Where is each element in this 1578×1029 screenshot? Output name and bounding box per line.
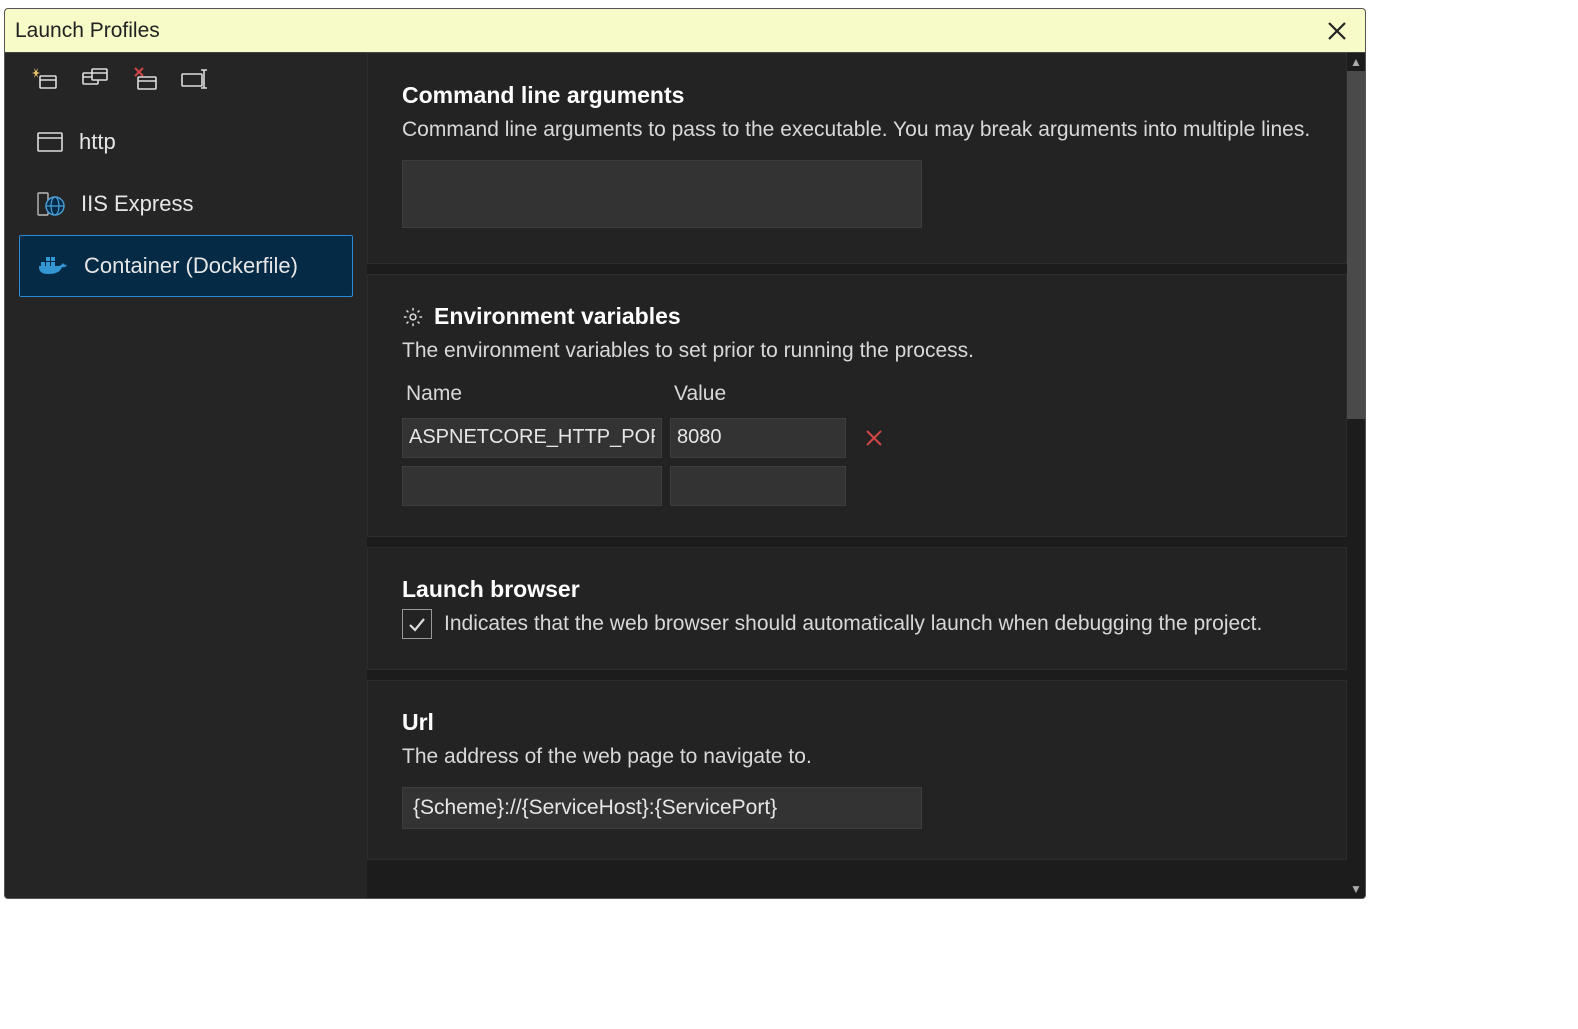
- close-button[interactable]: [1319, 13, 1355, 49]
- command-line-arguments-input[interactable]: [402, 160, 922, 228]
- section-description: Indicates that the web browser should au…: [444, 609, 1262, 638]
- env-column-value: Value: [670, 382, 846, 410]
- launch-browser-checkbox[interactable]: [402, 609, 432, 639]
- env-value-input[interactable]: [670, 466, 846, 506]
- dialog-body: http IIS Express: [5, 53, 1365, 898]
- env-variables-grid: Name Value: [402, 382, 1312, 506]
- section-environment-variables: Environment variables The environment va…: [367, 274, 1347, 536]
- sidebar: http IIS Express: [5, 53, 367, 898]
- sidebar-item-iis-express[interactable]: IIS Express: [19, 173, 353, 235]
- delete-profile-button[interactable]: [131, 67, 159, 91]
- section-heading: Command line arguments: [402, 82, 1312, 109]
- section-description: The address of the web page to navigate …: [402, 742, 1312, 771]
- sidebar-toolbar: [5, 53, 367, 105]
- sidebar-item-label: IIS Express: [81, 191, 193, 217]
- scrollbar-thumb[interactable]: [1347, 71, 1365, 419]
- sidebar-item-label: Container (Dockerfile): [84, 253, 298, 279]
- rename-profile-icon: [181, 68, 209, 90]
- section-heading: Launch browser: [402, 576, 1312, 603]
- profile-list: http IIS Express: [5, 105, 367, 297]
- vertical-scrollbar[interactable]: ▲ ▼: [1347, 53, 1365, 898]
- window-title: Launch Profiles: [15, 19, 1319, 43]
- section-description: The environment variables to set prior t…: [402, 336, 1312, 365]
- env-name-input[interactable]: [402, 418, 662, 458]
- section-url: Url The address of the web page to navig…: [367, 680, 1347, 860]
- scroll-down-button[interactable]: ▼: [1347, 880, 1365, 898]
- section-description: Command line arguments to pass to the ex…: [402, 115, 1312, 144]
- scroll-up-button[interactable]: ▲: [1347, 53, 1365, 71]
- sidebar-item-label: http: [79, 129, 116, 155]
- section-launch-browser: Launch browser Indicates that the web br…: [367, 547, 1347, 670]
- delete-icon: [864, 428, 884, 448]
- rename-profile-button[interactable]: [181, 67, 209, 91]
- checkmark-icon: [407, 614, 427, 634]
- window-icon: [37, 132, 63, 152]
- content-area: Command line arguments Command line argu…: [367, 53, 1365, 898]
- globe-icon: [37, 192, 65, 216]
- section-command-line-arguments: Command line arguments Command line argu…: [367, 53, 1347, 264]
- duplicate-profile-icon: [82, 68, 108, 90]
- docker-icon: [38, 254, 68, 278]
- scrollbar-track[interactable]: [1347, 71, 1365, 880]
- sidebar-item-container-dockerfile[interactable]: Container (Dockerfile): [19, 235, 353, 297]
- gear-icon: [402, 306, 424, 328]
- env-column-name: Name: [402, 382, 662, 410]
- sidebar-item-http[interactable]: http: [19, 111, 353, 173]
- duplicate-profile-button[interactable]: [81, 67, 109, 91]
- env-name-input[interactable]: [402, 466, 662, 506]
- section-heading: Environment variables: [434, 303, 681, 330]
- section-heading: Url: [402, 709, 1312, 736]
- launch-profiles-dialog: Launch Profiles: [4, 8, 1366, 899]
- env-value-input[interactable]: [670, 418, 846, 458]
- titlebar: Launch Profiles: [5, 9, 1365, 53]
- env-row-delete-button[interactable]: [854, 418, 894, 458]
- new-profile-icon: [32, 68, 58, 90]
- close-icon: [1326, 20, 1348, 42]
- delete-profile-icon: [132, 67, 158, 91]
- new-profile-button[interactable]: [31, 67, 59, 91]
- url-input[interactable]: [402, 787, 922, 829]
